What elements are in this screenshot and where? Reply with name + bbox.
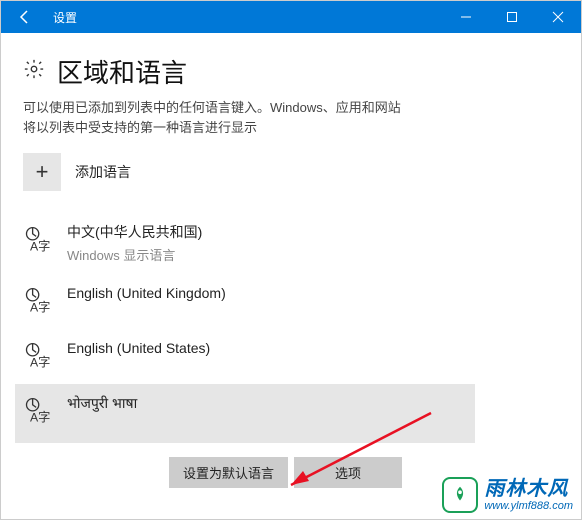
language-icon: A字 bbox=[23, 339, 53, 374]
set-default-button[interactable]: 设置为默认语言 bbox=[169, 457, 288, 488]
language-text-block: 中文(中华人民共和国) Windows 显示语言 bbox=[67, 223, 202, 264]
language-icon: A字 bbox=[23, 223, 53, 258]
plus-icon: + bbox=[23, 153, 61, 191]
description-text: 可以使用已添加到列表中的任何语言键入。Windows、应用和网站 将以列表中受支… bbox=[23, 98, 559, 137]
language-icon: A字 bbox=[23, 284, 53, 319]
minimize-button[interactable] bbox=[443, 1, 489, 33]
language-name: English (United Kingdom) bbox=[67, 284, 226, 304]
language-list: A字 中文(中华人民共和国) Windows 显示语言 A字 English (… bbox=[23, 213, 559, 443]
language-item-zh-cn[interactable]: A字 中文(中华人民共和国) Windows 显示语言 bbox=[15, 213, 475, 274]
svg-text:A字: A字 bbox=[30, 299, 50, 314]
gear-icon bbox=[23, 58, 45, 85]
language-text-block: English (United Kingdom) bbox=[67, 284, 226, 304]
back-button[interactable] bbox=[1, 1, 49, 33]
page-title: 区域和语言 bbox=[57, 53, 187, 90]
language-name: भोजपुरी भाषा bbox=[67, 394, 137, 414]
desc-line2: 将以列表中受支持的第一种语言进行显示 bbox=[23, 120, 257, 135]
add-language-button[interactable]: + 添加语言 bbox=[23, 153, 559, 191]
language-item-en-gb[interactable]: A字 English (United Kingdom) bbox=[15, 274, 475, 329]
language-item-bhojpuri[interactable]: A字 भोजपुरी भाषा bbox=[15, 384, 475, 443]
svg-text:A字: A字 bbox=[30, 409, 50, 424]
maximize-button[interactable] bbox=[489, 1, 535, 33]
language-name: English (United States) bbox=[67, 339, 210, 359]
language-name: 中文(中华人民共和国) bbox=[67, 223, 202, 243]
language-item-en-us[interactable]: A字 English (United States) bbox=[15, 329, 475, 384]
watermark-url: www.ylmf888.com bbox=[484, 500, 573, 512]
language-icon: A字 bbox=[23, 394, 53, 429]
watermark-title: 雨林木风 bbox=[484, 478, 573, 500]
titlebar: 设置 bbox=[1, 1, 581, 33]
svg-text:A字: A字 bbox=[30, 354, 50, 369]
close-button[interactable] bbox=[535, 1, 581, 33]
options-button[interactable]: 选项 bbox=[294, 457, 402, 488]
content-area: 区域和语言 可以使用已添加到列表中的任何语言键入。Windows、应用和网站 将… bbox=[1, 33, 581, 519]
section-header: 区域和语言 bbox=[23, 53, 559, 90]
language-text-block: English (United States) bbox=[67, 339, 210, 359]
add-language-label: 添加语言 bbox=[75, 162, 131, 182]
watermark-text: 雨林木风 www.ylmf888.com bbox=[484, 478, 573, 512]
language-text-block: भोजपुरी भाषा bbox=[67, 394, 137, 414]
watermark-logo bbox=[442, 477, 478, 513]
language-sub: Windows 显示语言 bbox=[67, 245, 202, 264]
svg-text:A字: A字 bbox=[30, 238, 50, 253]
watermark: 雨林木风 www.ylmf888.com bbox=[442, 477, 573, 513]
window-controls bbox=[443, 1, 581, 33]
desc-line1: 可以使用已添加到列表中的任何语言键入。Windows、应用和网站 bbox=[23, 100, 401, 115]
window-title: 设置 bbox=[49, 9, 443, 26]
